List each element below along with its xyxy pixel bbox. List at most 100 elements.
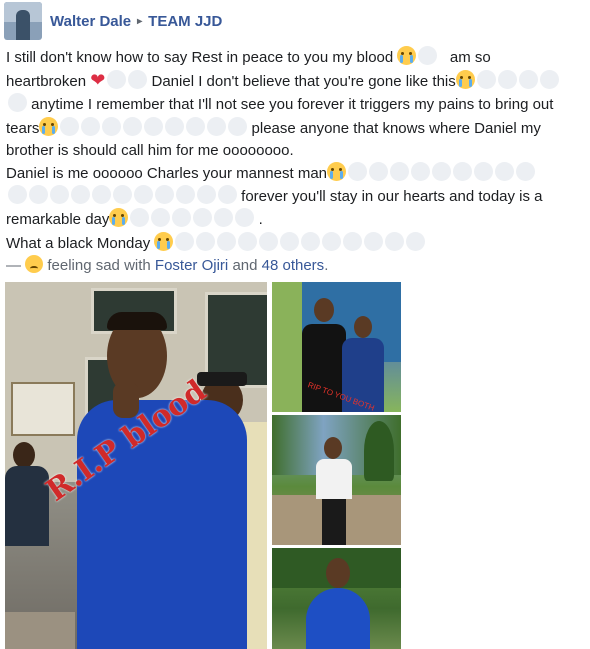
person-trousers — [322, 499, 346, 545]
emoji-placeholder-icon — [165, 116, 185, 136]
post-text-segment: What a black Monday — [6, 234, 151, 252]
post-text: I still don't know how to say Rest in pe… — [6, 46, 582, 277]
emoji-placeholder-icon — [418, 46, 438, 65]
post-line: I still don't know how to say Rest in pe… — [6, 46, 582, 69]
palm-tree — [364, 421, 394, 481]
emoji-placeholder-icon — [176, 185, 195, 205]
post-header: Walter Dale ▸ TEAM JJD — [4, 2, 222, 40]
emoji-placeholder-icon — [155, 185, 174, 205]
notice-board — [11, 382, 75, 436]
post-line: tears please anyone that knows where Dan… — [6, 116, 582, 140]
post-text-segment: remarkable day — [6, 211, 110, 229]
post-line: remarkable day . — [6, 208, 582, 231]
feeling-period: . — [324, 256, 329, 274]
emoji-placeholder-icon — [385, 231, 405, 251]
emoji-placeholder-icon — [172, 208, 192, 228]
person-shirt — [316, 459, 352, 499]
emoji-placeholder-icon — [390, 162, 409, 182]
emoji-placeholder-icon — [60, 116, 80, 136]
emoji-placeholder-icon — [8, 93, 27, 113]
post-line: Daniel is me oooooo Charles your mannest… — [6, 162, 582, 185]
emoji-placeholder-icon — [8, 185, 27, 205]
arrow-right-icon: ▸ — [137, 15, 143, 27]
emoji-placeholder-icon — [228, 116, 248, 136]
elder-cap — [197, 372, 247, 386]
sad-face-icon — [25, 254, 44, 273]
emoji-placeholder-icon — [516, 162, 535, 182]
emoji-placeholder-icon — [193, 208, 213, 228]
emoji-placeholder-icon — [495, 162, 514, 182]
person-body — [306, 588, 370, 649]
author-name-link[interactable]: Walter Dale — [50, 13, 131, 30]
memorial-photo-main[interactable] — [5, 282, 267, 649]
person-head — [326, 558, 350, 588]
tagged-user-link[interactable]: Foster Ojiri — [155, 257, 228, 274]
post-text-segment: Daniel I don't believe that you're gone … — [151, 73, 456, 91]
emoji-placeholder-icon — [81, 116, 101, 136]
emoji-placeholder-icon — [432, 162, 451, 182]
post-text-segment: Daniel is me oooooo Charles your mannest… — [6, 165, 327, 183]
emoji-placeholder-icon — [186, 116, 206, 136]
feeling-dash: — — [6, 256, 21, 274]
emoji-placeholder-icon — [453, 162, 472, 182]
post-text-segment: heartbroken — [6, 73, 87, 91]
person-head — [324, 437, 342, 459]
emoji-placeholder-icon — [364, 231, 384, 251]
crying-face-icon — [327, 162, 346, 182]
emoji-placeholder-icon — [369, 162, 388, 182]
group-name-link[interactable]: TEAM JJD — [148, 13, 222, 30]
author-avatar[interactable] — [4, 2, 42, 40]
memorial-photo-4[interactable] — [272, 548, 401, 649]
emoji-placeholder-icon — [217, 231, 237, 251]
feeling-and: and — [232, 256, 258, 274]
emoji-placeholder-icon — [207, 116, 227, 136]
emoji-placeholder-icon — [474, 162, 493, 182]
post-line: forever you'll stay in our hearts and to… — [6, 185, 582, 208]
emoji-placeholder-icon — [218, 185, 237, 205]
emoji-placeholder-icon — [518, 70, 538, 90]
avatar-figure — [16, 10, 30, 40]
emoji-placeholder-icon — [144, 116, 164, 136]
emoji-placeholder-icon — [348, 162, 367, 182]
crying-face-icon — [397, 46, 417, 65]
feeling-line: — feeling sad with Foster Ojiri and 48 o… — [6, 254, 582, 277]
emoji-placeholder-icon — [280, 231, 300, 251]
emoji-placeholder-icon — [134, 185, 153, 205]
crying-face-icon — [39, 116, 59, 136]
post-line: anytime I remember that I'll not see you… — [6, 93, 582, 116]
emoji-placeholder-icon — [322, 231, 342, 251]
emoji-placeholder-icon — [411, 162, 430, 182]
emoji-placeholder-icon — [113, 185, 132, 205]
emoji-placeholder-icon — [175, 231, 195, 251]
emoji-placeholder-icon — [151, 208, 171, 228]
emoji-placeholder-icon — [301, 231, 321, 251]
post-line: What a black Monday — [6, 231, 582, 255]
person-head — [354, 316, 372, 338]
emoji-placeholder-icon — [476, 70, 496, 90]
broken-heart-icon: ❤ — [90, 70, 106, 91]
crying-face-icon — [109, 208, 129, 228]
wall-panel-green — [272, 282, 302, 412]
emoji-placeholder-icon — [259, 231, 279, 251]
emoji-placeholder-icon — [107, 70, 127, 90]
emoji-placeholder-icon — [92, 185, 111, 205]
emoji-placeholder-icon — [130, 208, 150, 228]
ground — [5, 612, 75, 649]
crying-face-icon — [154, 231, 174, 251]
post-line: heartbroken ❤ Daniel I don't believe tha… — [6, 69, 582, 93]
post-author-line: Walter Dale ▸ TEAM JJD — [50, 13, 222, 30]
emoji-placeholder-icon — [102, 116, 122, 136]
emoji-placeholder-icon — [197, 185, 216, 205]
tagged-others-link[interactable]: 48 others — [262, 257, 325, 274]
main-person-hair — [107, 312, 167, 330]
post-line: brother is should call him for me oooooo… — [6, 140, 582, 162]
emoji-placeholder-icon — [343, 231, 363, 251]
memorial-photo-3[interactable] — [272, 415, 401, 545]
emoji-placeholder-icon — [238, 231, 258, 251]
emoji-placeholder-icon — [214, 208, 234, 228]
emoji-placeholder-icon — [50, 185, 69, 205]
emoji-placeholder-icon — [123, 116, 143, 136]
post-text-segment: brother is should call him for me oooooo… — [6, 141, 294, 159]
crying-face-icon — [455, 70, 475, 90]
background-person — [13, 442, 35, 468]
